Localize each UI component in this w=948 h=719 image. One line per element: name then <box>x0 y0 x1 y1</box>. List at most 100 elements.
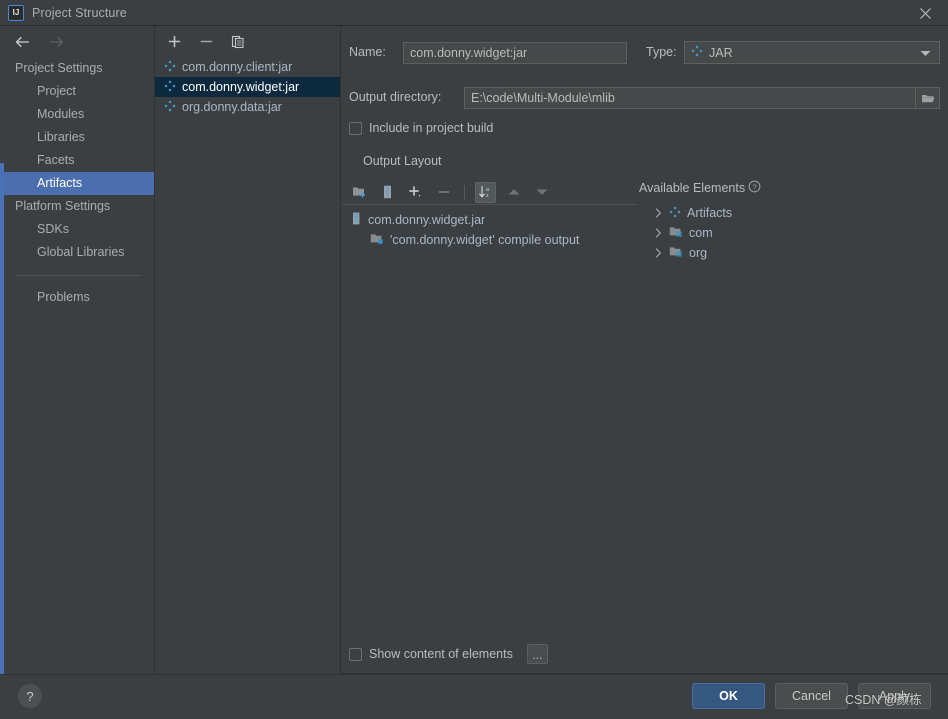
project-structure-dialog: IJ Project Structure Project Settings Pr… <box>0 0 948 719</box>
artifact-list-item[interactable]: com.donny.widget:jar <box>155 77 340 97</box>
name-label: Name: <box>349 45 386 59</box>
artifact-label: org.donny.data:jar <box>182 100 282 114</box>
help-button[interactable]: ? <box>18 684 42 708</box>
minus-icon[interactable] <box>196 32 216 52</box>
more-options-button[interactable]: ... <box>526 644 548 664</box>
artifact-icon <box>669 206 681 221</box>
sidebar-group-project-settings: Project Settings <box>15 61 103 75</box>
sidebar-group-platform-settings: Platform Settings <box>15 199 111 213</box>
available-elements-tree: Artifacts com org <box>639 203 948 263</box>
copy-icon[interactable] <box>228 32 248 52</box>
arrow-left-icon[interactable] <box>14 34 30 50</box>
cancel-button[interactable]: Cancel <box>775 683 848 709</box>
artifact-name-input[interactable] <box>403 42 627 64</box>
jar-icon <box>350 212 362 228</box>
sidebar-item-artifacts[interactable]: Artifacts <box>4 172 154 195</box>
output-directory-row: Output directory: <box>349 90 441 104</box>
compile-output-icon <box>370 232 384 248</box>
artifact-type-select[interactable]: JAR <box>684 41 940 64</box>
package-folder-icon <box>669 245 683 261</box>
settings-sidebar: Project Settings Project Modules Librari… <box>4 26 155 674</box>
layout-tree-label: com.donny.widget.jar <box>368 213 486 227</box>
available-tree-label: com <box>689 226 713 240</box>
artifacts-list-panel: com.donny.client:jar com.donny.widget:ja… <box>155 26 341 674</box>
output-directory-field[interactable]: E:\code\Multi-Module\mlib <box>464 87 940 109</box>
layout-tree-row[interactable]: com.donny.widget.jar <box>341 210 637 230</box>
available-elements-header: Available Elements ? <box>639 178 948 198</box>
arrow-up-icon[interactable] <box>503 182 524 203</box>
layout-tree-label: 'com.donny.widget' compile output <box>390 233 580 247</box>
svg-text:z: z <box>486 193 489 199</box>
sidebar-item-global-libraries[interactable]: Global Libraries <box>4 241 154 264</box>
sort-az-icon[interactable]: a z <box>475 181 496 203</box>
include-in-build-label: Include in project build <box>369 121 494 135</box>
close-icon[interactable] <box>902 0 948 26</box>
output-layout-tree: com.donny.widget.jar 'com.donny.widget' … <box>341 204 637 624</box>
window-title: Project Structure <box>32 5 127 20</box>
show-content-checkbox[interactable]: Show content of elements <box>349 647 513 661</box>
artifact-editor-panel: Name: Type: JAR <box>341 26 948 674</box>
available-tree-row[interactable]: org <box>639 243 948 263</box>
plus-icon[interactable] <box>164 32 184 52</box>
artifact-list-item[interactable]: org.donny.data:jar <box>155 97 340 117</box>
available-tree-label: org <box>689 246 708 260</box>
layout-available-divider <box>341 204 342 624</box>
sidebar-item-modules[interactable]: Modules <box>4 103 154 126</box>
artifact-type-value: JAR <box>709 45 733 60</box>
package-folder-icon <box>669 225 683 241</box>
artifact-icon <box>691 45 703 60</box>
navigation-arrows <box>4 26 154 57</box>
artifact-icon <box>164 60 176 75</box>
output-directory-label: Output directory: <box>349 90 442 104</box>
toolbar-divider <box>464 184 465 200</box>
artifacts-toolbar <box>155 26 340 57</box>
minus-icon[interactable] <box>433 182 454 203</box>
plus-dropdown-icon[interactable] <box>405 182 426 203</box>
title-bar: IJ Project Structure <box>0 0 948 26</box>
artifact-label: com.donny.widget:jar <box>182 80 300 94</box>
available-tree-row[interactable]: com <box>639 223 948 243</box>
editor-bottom-options: Show content of elements ... <box>349 644 548 664</box>
arrow-down-icon[interactable] <box>531 182 552 203</box>
svg-text:?: ? <box>753 182 757 191</box>
sidebar-item-libraries[interactable]: Libraries <box>4 126 154 149</box>
output-directory-value: E:\code\Multi-Module\mlib <box>471 91 615 105</box>
available-tree-row[interactable]: Artifacts <box>639 203 948 223</box>
chevron-right-icon[interactable] <box>653 228 663 238</box>
folder-open-icon[interactable] <box>915 88 939 108</box>
chevron-right-icon[interactable] <box>653 208 663 218</box>
archive-icon[interactable] <box>377 182 398 203</box>
checkbox-box <box>349 647 362 661</box>
available-tree-label: Artifacts <box>687 206 733 220</box>
output-layout-label: Output Layout <box>363 154 442 168</box>
sidebar-item-problems[interactable]: Problems <box>4 286 154 309</box>
artifact-list-item[interactable]: com.donny.client:jar <box>155 57 340 77</box>
arrow-right-icon[interactable] <box>48 34 64 50</box>
dialog-footer: ? OK Cancel Apply <box>0 674 948 719</box>
show-content-label: Show content of elements <box>369 647 513 661</box>
type-row: Type: <box>646 45 677 59</box>
app-logo-icon: IJ <box>8 4 24 21</box>
layout-tree-row[interactable]: 'com.donny.widget' compile output <box>341 230 637 250</box>
sidebar-item-project[interactable]: Project <box>4 80 154 103</box>
folder-add-icon[interactable] <box>349 182 370 203</box>
artifact-icon <box>164 100 176 115</box>
help-circle-icon[interactable]: ? <box>748 180 761 196</box>
checkbox-box <box>349 121 362 135</box>
include-in-build-checkbox[interactable]: Include in project build <box>349 121 493 135</box>
available-elements-panel: Available Elements ? Artifacts com org <box>639 178 948 263</box>
ok-button[interactable]: OK <box>692 683 765 709</box>
artifact-label: com.donny.client:jar <box>182 60 293 74</box>
dialog-body: Project Settings Project Modules Librari… <box>4 26 948 674</box>
available-elements-label: Available Elements <box>639 181 746 195</box>
sidebar-item-facets[interactable]: Facets <box>4 149 154 172</box>
sidebar-divider <box>16 275 142 276</box>
apply-button[interactable]: Apply <box>858 683 931 709</box>
output-layout-toolbar: a z <box>349 180 639 204</box>
chevron-down-icon <box>920 46 931 60</box>
artifact-icon <box>164 80 176 95</box>
type-label: Type: <box>646 45 677 59</box>
chevron-right-icon[interactable] <box>653 248 663 258</box>
sidebar-item-sdks[interactable]: SDKs <box>4 218 154 241</box>
name-row: Name: <box>349 45 386 59</box>
